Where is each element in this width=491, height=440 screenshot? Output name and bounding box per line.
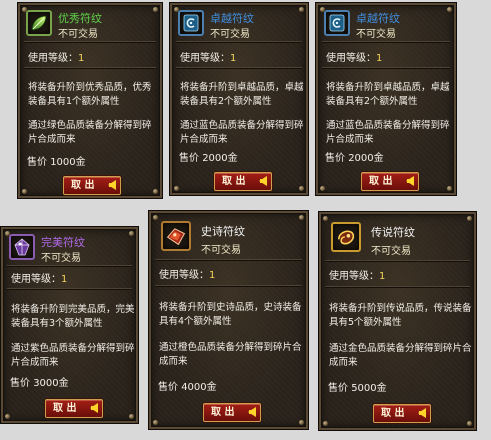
card-header: 史诗符纹 不可交易 xyxy=(151,213,306,257)
item-tooltip-card: 优秀符纹 不可交易 使用等级：1 将装备升阶到优秀品质，优秀装备具有1个额外属性… xyxy=(18,3,162,198)
card-header: 卓越符纹 不可交易 xyxy=(172,5,306,43)
item-description: 将装备升阶到传说品质，传说装备具有5个额外属性 xyxy=(329,303,472,328)
item-source: 通过绿色品质装备分解得到碎片合成而来 xyxy=(28,120,152,145)
take-out-button[interactable]: 取 出 xyxy=(63,176,121,195)
item-description: 将装备升阶到优秀品质，优秀装备具有1个额外属性 xyxy=(28,82,152,107)
item-source: 通过金色品质装备分解得到碎片合成而来 xyxy=(329,343,472,368)
blue-scroll-rune-icon xyxy=(178,10,204,36)
green-leaf-rune-icon xyxy=(26,10,52,36)
arrow-left-icon xyxy=(406,176,414,186)
item-description: 将装备升阶到卓越品质，卓越装备具有2个额外属性 xyxy=(326,82,450,107)
use-level: 使用等级：1 xyxy=(326,53,383,64)
item-price: 售价 4000金 xyxy=(158,382,217,393)
red-gem-rune-icon xyxy=(161,221,191,251)
item-name: 卓越符纹 xyxy=(210,12,254,25)
purple-crystal-rune-icon xyxy=(9,234,35,260)
item-tooltip-card: 卓越符纹 不可交易 使用等级：1 将装备升阶到卓越品质，卓越装备具有2个额外属性… xyxy=(316,3,456,195)
item-tooltip-card: 卓越符纹 不可交易 使用等级：1 将装备升阶到卓越品质，卓越装备具有2个额外属性… xyxy=(170,3,308,195)
item-price: 售价 2000金 xyxy=(179,153,238,164)
use-level: 使用等级：1 xyxy=(159,270,216,281)
card-header: 卓越符纹 不可交易 xyxy=(318,5,454,43)
trade-status: 不可交易 xyxy=(201,245,241,256)
arrow-left-icon xyxy=(108,180,116,190)
arrow-left-icon xyxy=(90,403,98,413)
arrow-left-icon xyxy=(259,176,267,186)
item-name: 完美符纹 xyxy=(41,236,85,249)
take-out-button[interactable]: 取 出 xyxy=(361,172,419,191)
item-tooltip-card: 史诗符纹 不可交易 使用等级：1 将装备升阶到史诗品质，史诗装备具有4个额外属性… xyxy=(149,211,308,429)
item-price: 售价 2000金 xyxy=(325,153,384,164)
use-level: 使用等级：1 xyxy=(329,271,386,282)
item-source: 通过蓝色品质装备分解得到碎片合成而来 xyxy=(180,120,304,145)
use-level: 使用等级：1 xyxy=(28,53,85,64)
item-tooltip-card: 完美符纹 不可交易 使用等级：1 将装备升阶到完美品质，完美装备具有3个额外属性… xyxy=(1,227,138,423)
blue-scroll-rune-icon xyxy=(324,10,350,36)
item-description: 将装备升阶到完美品质，完美装备具有3个额外属性 xyxy=(11,304,135,329)
trade-status: 不可交易 xyxy=(356,29,396,40)
item-price: 售价 1000金 xyxy=(27,157,86,168)
take-out-button[interactable]: 取 出 xyxy=(373,404,431,423)
item-source: 通过蓝色品质装备分解得到碎片合成而来 xyxy=(326,120,450,145)
use-level: 使用等级：1 xyxy=(180,53,237,64)
item-description: 将装备升阶到史诗品质，史诗装备具有4个额外属性 xyxy=(159,302,302,327)
item-source: 通过橙色品质装备分解得到碎片合成而来 xyxy=(159,342,302,367)
card-header: 完美符纹 不可交易 xyxy=(3,229,136,267)
item-name: 史诗符纹 xyxy=(201,225,245,238)
use-level: 使用等级：1 xyxy=(11,274,68,285)
item-price: 售价 3000金 xyxy=(10,378,69,389)
trade-status: 不可交易 xyxy=(371,246,411,257)
item-name: 卓越符纹 xyxy=(356,12,400,25)
item-source: 通过紫色品质装备分解得到碎片合成而来 xyxy=(11,343,135,368)
item-description: 将装备升阶到卓越品质，卓越装备具有2个额外属性 xyxy=(180,82,304,107)
item-name: 优秀符纹 xyxy=(58,12,102,25)
trade-status: 不可交易 xyxy=(210,29,250,40)
card-header: 传说符纹 不可交易 xyxy=(321,214,474,258)
take-out-button[interactable]: 取 出 xyxy=(203,403,261,422)
trade-status: 不可交易 xyxy=(41,253,81,264)
item-tooltip-card: 传说符纹 不可交易 使用等级：1 将装备升阶到传说品质，传说装备具有5个额外属性… xyxy=(319,212,476,430)
card-header: 优秀符纹 不可交易 xyxy=(20,5,160,43)
arrow-left-icon xyxy=(418,408,426,418)
arrow-left-icon xyxy=(248,407,256,417)
gold-swirl-rune-icon xyxy=(331,222,361,252)
take-out-button[interactable]: 取 出 xyxy=(45,399,103,418)
item-name: 传说符纹 xyxy=(371,226,415,239)
item-price: 售价 5000金 xyxy=(328,383,387,394)
trade-status: 不可交易 xyxy=(58,29,98,40)
take-out-button[interactable]: 取 出 xyxy=(214,172,272,191)
